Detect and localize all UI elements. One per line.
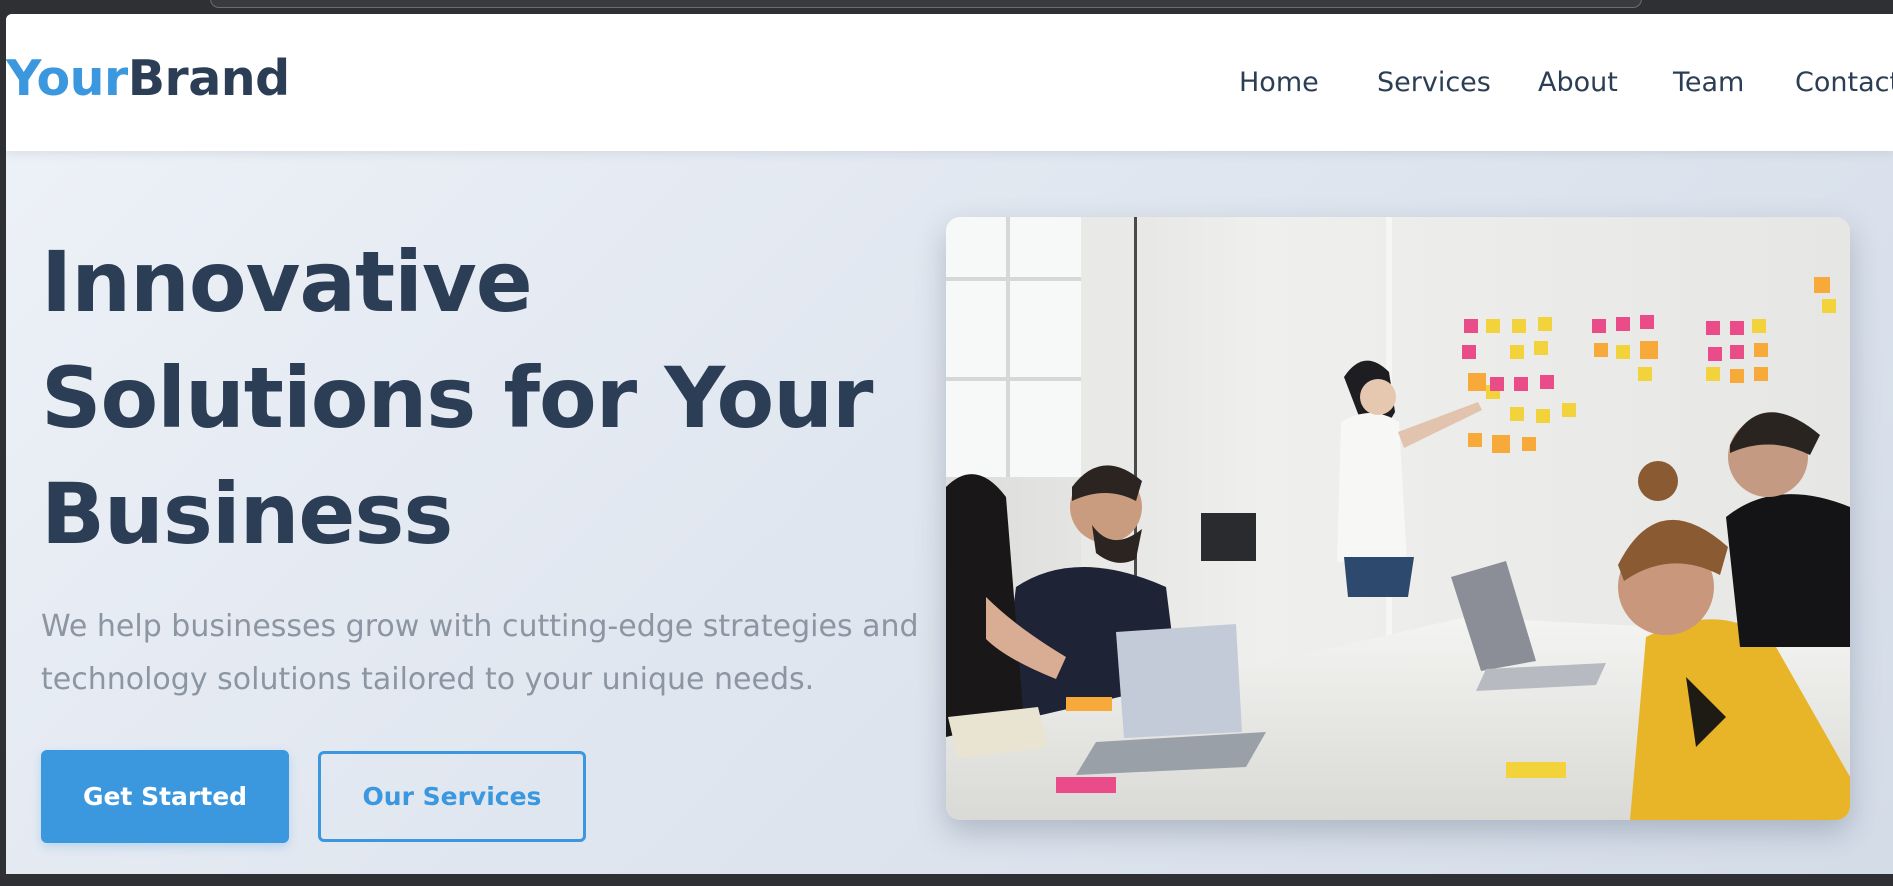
- page-viewport: YourBrand Home Services About Team Conta…: [6, 14, 1893, 874]
- hero-subtitle-line-2: technology solutions tailored to your un…: [41, 662, 815, 697]
- hero-image-illustration: [946, 217, 1850, 820]
- nav-contact[interactable]: Contact: [1795, 67, 1893, 98]
- brand-logo[interactable]: YourBrand: [6, 54, 290, 103]
- logo-part-your: Your: [6, 50, 128, 107]
- get-started-button[interactable]: Get Started: [41, 750, 289, 843]
- nav-services[interactable]: Services: [1377, 67, 1491, 98]
- hero-title-line-1: Innovative: [41, 233, 533, 331]
- our-services-button[interactable]: Our Services: [318, 751, 586, 842]
- nav-home[interactable]: Home: [1239, 67, 1319, 98]
- nav-about[interactable]: About: [1538, 67, 1618, 98]
- browser-address-bar[interactable]: [210, 0, 1642, 8]
- hero-image: [946, 217, 1850, 820]
- hero-title: Innovative Solutions for Your Business: [41, 224, 941, 572]
- logo-part-brand: Brand: [127, 50, 291, 107]
- hero-subtitle: We help businesses grow with cutting-edg…: [41, 600, 941, 706]
- hero-subtitle-line-1: We help businesses grow with cutting-edg…: [41, 609, 919, 644]
- browser-chrome-strip: [0, 0, 1893, 14]
- nav-team[interactable]: Team: [1673, 67, 1744, 98]
- hero-title-line-3: Business: [41, 465, 453, 563]
- browser-bottom-strip: [0, 874, 1893, 886]
- hero-title-line-2: Solutions for Your: [41, 349, 873, 447]
- site-header: YourBrand Home Services About Team Conta…: [6, 14, 1893, 151]
